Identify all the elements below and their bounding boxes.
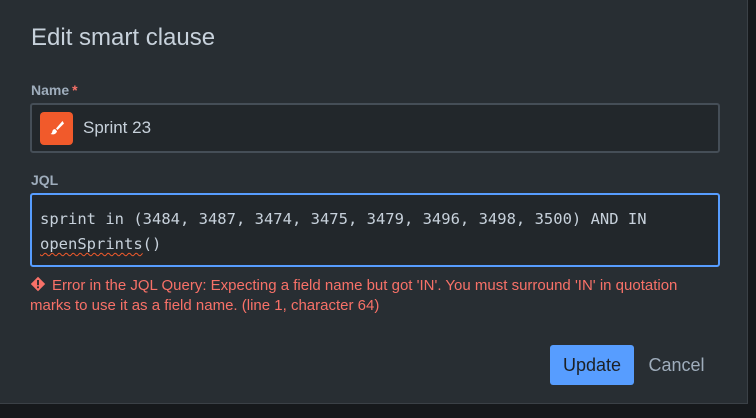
name-label-text: Name	[31, 82, 70, 98]
jql-flagged-text: openSprints	[40, 235, 143, 253]
required-marker: *	[72, 82, 78, 98]
jql-error-message: Error in the JQL Query: Expecting a fiel…	[30, 276, 710, 316]
error-text: Error in the JQL Query: Expecting a fiel…	[30, 277, 678, 314]
dialog-title: Edit smart clause	[31, 24, 216, 51]
cancel-button[interactable]: Cancel	[640, 345, 713, 385]
error-icon	[30, 276, 46, 292]
jql-text-tail: ()	[142, 235, 162, 253]
jql-editor[interactable]: sprint in (3484, 3487, 3474, 3475, 3479,…	[30, 193, 720, 267]
name-field[interactable]: Sprint 23	[30, 103, 720, 153]
jql-text: sprint in (3484, 3487, 3474, 3475, 3479,…	[40, 210, 656, 228]
jql-field-label: JQL	[31, 172, 59, 188]
name-field-label: Name *	[31, 82, 78, 98]
edit-smart-clause-dialog: Edit smart clause Name * Sprint 23 JQL sp…	[0, 0, 748, 404]
name-input-value: Sprint 23	[83, 118, 152, 137]
paintbrush-icon[interactable]	[40, 111, 73, 145]
update-button[interactable]: Update	[550, 345, 634, 385]
